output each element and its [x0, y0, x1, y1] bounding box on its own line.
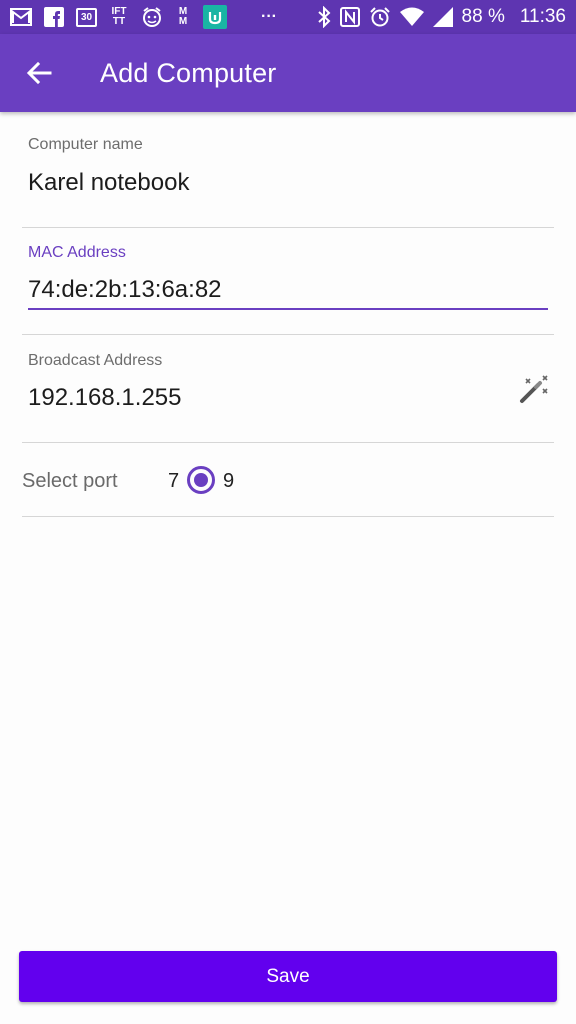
nfc-icon — [339, 7, 360, 27]
arrow-left-icon — [26, 61, 52, 85]
broadcast-address-label: Broadcast Address — [28, 352, 163, 369]
computer-name-field[interactable]: Computer name Karel notebook — [22, 130, 554, 228]
divider — [22, 442, 554, 443]
divider — [22, 227, 554, 228]
port-9-radio[interactable] — [187, 466, 215, 494]
system-indicators: 88 % 11:36 — [317, 6, 566, 28]
mac-address-label: MAC Address — [28, 244, 126, 261]
save-button[interactable]: Save — [19, 951, 557, 1002]
magic-wand-icon — [520, 375, 548, 403]
alarm-app-icon — [141, 6, 163, 28]
battery-percent: 88 % — [461, 6, 505, 27]
signal-icon — [432, 7, 453, 27]
broadcast-address-field[interactable]: Broadcast Address 192.168.1.255 — [22, 344, 554, 444]
mi-app-icon — [203, 5, 227, 29]
bluetooth-icon — [317, 6, 331, 28]
mac-address-field[interactable]: MAC Address 74:de:2b:13:6a:82 — [22, 236, 554, 336]
divider — [22, 516, 554, 517]
focused-underline — [28, 308, 548, 310]
ifttt-icon: IFT TT — [111, 6, 127, 27]
select-port-label: Select port — [22, 470, 118, 492]
facebook-icon — [43, 6, 65, 28]
port-7-option[interactable]: 7 — [168, 470, 179, 493]
back-button[interactable] — [9, 43, 69, 103]
radio-selected-dot — [194, 473, 208, 487]
computer-name-input[interactable]: Karel notebook — [28, 169, 189, 197]
port-selector: Select port 7 9 — [22, 444, 554, 518]
notification-icons: 30 IFT TT M M ··· — [10, 5, 280, 29]
alarm-clock-icon — [369, 6, 391, 28]
gmail-icon — [10, 6, 32, 28]
more-notifications-icon: ··· — [261, 8, 277, 25]
computer-name-label: Computer name — [28, 136, 143, 153]
auto-fill-broadcast-button[interactable] — [518, 372, 552, 406]
calendar-icon: 30 — [76, 7, 97, 27]
mac-address-input[interactable]: 74:de:2b:13:6a:82 — [28, 276, 222, 304]
divider — [22, 334, 554, 335]
port-9-option[interactable]: 9 — [223, 470, 234, 493]
broadcast-address-input[interactable]: 192.168.1.255 — [28, 384, 181, 412]
wifi-icon — [399, 7, 424, 27]
clock-time: 11:36 — [519, 6, 566, 27]
status-bar: 30 IFT TT M M ··· 88 % 11:36 — [0, 0, 576, 34]
page-title: Add Computer — [100, 57, 277, 88]
m-app-icon: M M — [178, 6, 188, 27]
app-bar: Add Computer — [0, 34, 576, 112]
